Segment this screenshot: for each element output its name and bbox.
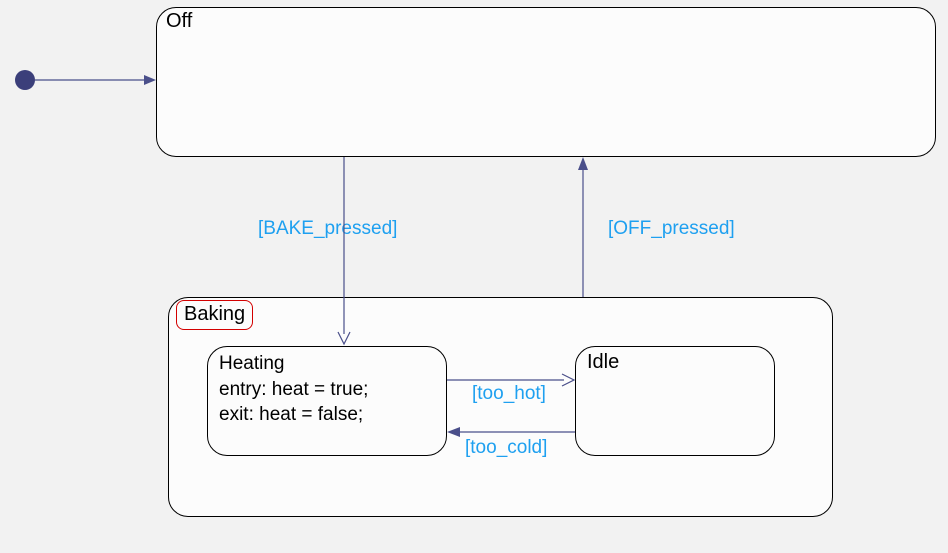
arrow-baking-to-off-head <box>578 157 588 170</box>
state-idle-label: Idle <box>587 351 619 374</box>
transition-too-hot: [too_hot] <box>472 383 546 405</box>
statechart-canvas: Off Baking Heating entry: heat = true; e… <box>0 0 948 553</box>
state-heating-entry: entry: heat = true; <box>219 377 368 403</box>
state-heating-exit: exit: heat = false; <box>219 402 368 428</box>
initial-state-dot <box>15 70 35 90</box>
state-off-label: Off <box>166 10 192 33</box>
state-heating-text: Heating entry: heat = true; exit: heat =… <box>219 351 368 428</box>
state-off[interactable] <box>156 7 936 157</box>
state-heating-label: Heating <box>219 351 368 377</box>
state-baking-label: Baking <box>184 303 245 326</box>
transition-off-pressed: [OFF_pressed] <box>608 218 735 240</box>
transition-too-cold: [too_cold] <box>465 437 547 459</box>
transition-bake-pressed: [BAKE_pressed] <box>258 218 397 240</box>
arrow-initial-to-off-head <box>144 75 156 85</box>
